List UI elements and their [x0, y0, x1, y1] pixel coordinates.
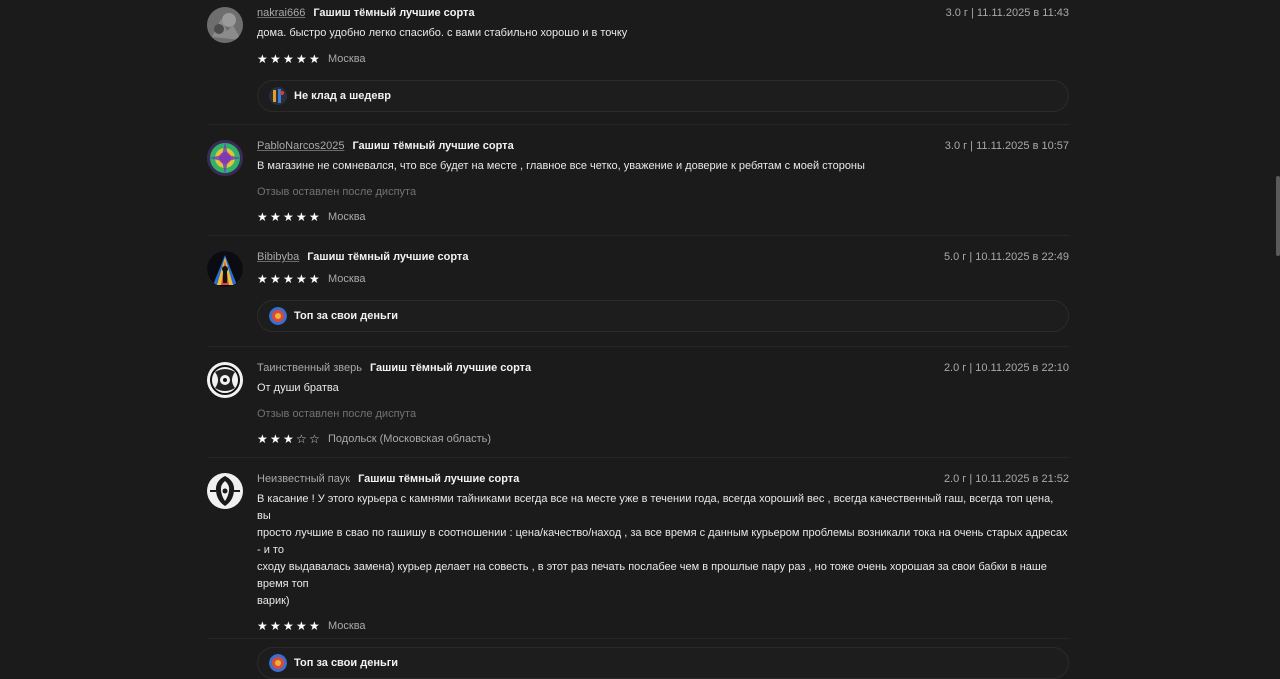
star-icon: ★: [283, 619, 294, 633]
scrollbar-thumb[interactable]: [1276, 176, 1280, 256]
star-icon: ★: [283, 432, 294, 446]
divider: [207, 638, 1069, 639]
review-text-line: варик): [257, 595, 290, 607]
reviews-feed: nakrai666 Гашиш тёмный лучшие сорта 3.0 г…: [0, 0, 1280, 679]
location-label: Москва: [328, 620, 366, 632]
location-label: Москва: [328, 53, 366, 65]
star-icon: ★: [309, 52, 320, 66]
star-icon: ★: [270, 210, 281, 224]
review-text: дома. быстро удобно легко спасибо. с вам…: [257, 27, 628, 39]
scrollbar-track[interactable]: [1276, 0, 1280, 644]
reply-text: Не клад а шедевр: [294, 90, 391, 102]
location-label: Москва: [328, 211, 366, 223]
star-icon: ★: [309, 210, 320, 224]
star-icon: ★: [296, 210, 307, 224]
review-meta: 5.0 г | 10.11.2025 в 22:49: [943, 251, 1069, 263]
star-icon: ★: [270, 52, 281, 66]
divider: [207, 124, 1069, 125]
shop-avatar-icon: [269, 87, 287, 105]
review-rating: ★ ★ ★ ★ ★ Москва: [257, 50, 1069, 68]
review-text-line: сходу выдавалась замена) курьер делает н…: [257, 561, 1047, 590]
dispute-note: Отзыв оставлен после диспута: [257, 408, 417, 420]
star-empty-icon: ☆: [296, 432, 307, 446]
star-empty-icon: ☆: [309, 432, 320, 446]
shop-avatar-icon: [269, 307, 287, 325]
review-text-line: В касание ! У этого курьера с камнями та…: [257, 493, 1054, 522]
star-icon: ★: [270, 432, 281, 446]
product-name[interactable]: Гашиш тёмный лучшие сорта: [307, 251, 468, 263]
star-icon: ★: [309, 272, 320, 286]
user-avatar[interactable]: [207, 140, 243, 176]
review-rating: ★ ★ ★ ☆ ☆ Подольск (Московская область): [257, 430, 1069, 448]
user-avatar[interactable]: [207, 7, 243, 43]
divider: [207, 235, 1069, 236]
location-label: Москва: [328, 273, 366, 285]
star-icon: ★: [270, 272, 281, 286]
star-icon: ★: [257, 52, 268, 66]
star-icon: ★: [309, 619, 320, 633]
star-icon: ★: [257, 210, 268, 224]
divider: [207, 457, 1069, 458]
user-avatar[interactable]: [207, 362, 243, 398]
reply-text: Топ за свои деньги: [294, 657, 399, 669]
review-meta: 2.0 г | 10.11.2025 в 21:52: [943, 473, 1069, 485]
shop-reply: Топ за свои деньги: [257, 647, 1069, 679]
review-meta: 3.0 г | 11.11.2025 в 11:43: [945, 7, 1069, 19]
star-rating: ★ ★ ★ ★ ★: [257, 272, 322, 286]
user-link[interactable]: Bibibyba: [257, 251, 299, 263]
product-name[interactable]: Гашиш тёмный лучшие сорта: [370, 362, 531, 374]
divider: [207, 346, 1069, 347]
product-name[interactable]: Гашиш тёмный лучшие сорта: [358, 473, 519, 485]
star-icon: ★: [296, 619, 307, 633]
dispute-note: Отзыв оставлен после диспута: [257, 186, 417, 198]
user-link[interactable]: PabloNarcos2025: [257, 140, 344, 152]
product-name[interactable]: Гашиш тёмный лучшие сорта: [313, 7, 474, 19]
shop-reply: Топ за свои деньги: [257, 300, 1069, 332]
review-rating: ★ ★ ★ ★ ★ Москва: [257, 617, 1069, 635]
star-icon: ★: [257, 432, 268, 446]
user-avatar[interactable]: [207, 251, 243, 287]
star-icon: ★: [257, 619, 268, 633]
review-meta: 3.0 г | 11.11.2025 в 10:57: [944, 140, 1069, 152]
review-text-line: просто лучшие в свао по гашишу в соотнош…: [257, 527, 1068, 556]
star-icon: ★: [296, 272, 307, 286]
star-icon: ★: [296, 52, 307, 66]
star-rating: ★ ★ ★ ★ ★: [257, 619, 322, 633]
user-link[interactable]: nakrai666: [257, 7, 305, 19]
review-text: В магазине не сомневался, что все будет …: [257, 160, 865, 172]
review-text: От души братва: [257, 382, 339, 394]
star-rating: ★ ★ ★ ☆ ☆: [257, 432, 322, 446]
user-name[interactable]: Таинственный зверь: [257, 362, 362, 374]
review-rating: ★ ★ ★ ★ ★ Москва: [257, 208, 1069, 226]
star-rating: ★ ★ ★ ★ ★: [257, 210, 322, 224]
star-icon: ★: [257, 272, 268, 286]
location-label: Подольск (Московская область): [328, 433, 492, 445]
star-icon: ★: [283, 52, 294, 66]
review-meta: 2.0 г | 10.11.2025 в 22:10: [943, 362, 1069, 374]
star-icon: ★: [283, 210, 294, 224]
user-name[interactable]: Неизвестный паук: [257, 473, 350, 485]
reply-text: Топ за свои деньги: [294, 310, 399, 322]
review-text: В касание ! У этого курьера с камнями та…: [257, 491, 1069, 610]
star-rating: ★ ★ ★ ★ ★: [257, 52, 322, 66]
shop-avatar-icon: [269, 654, 287, 672]
review-rating: ★ ★ ★ ★ ★ Москва: [257, 270, 1069, 288]
product-name[interactable]: Гашиш тёмный лучшие сорта: [352, 140, 513, 152]
shop-reply: Не клад а шедевр: [257, 80, 1069, 112]
star-icon: ★: [283, 272, 294, 286]
star-icon: ★: [270, 619, 281, 633]
user-avatar[interactable]: [207, 473, 243, 509]
